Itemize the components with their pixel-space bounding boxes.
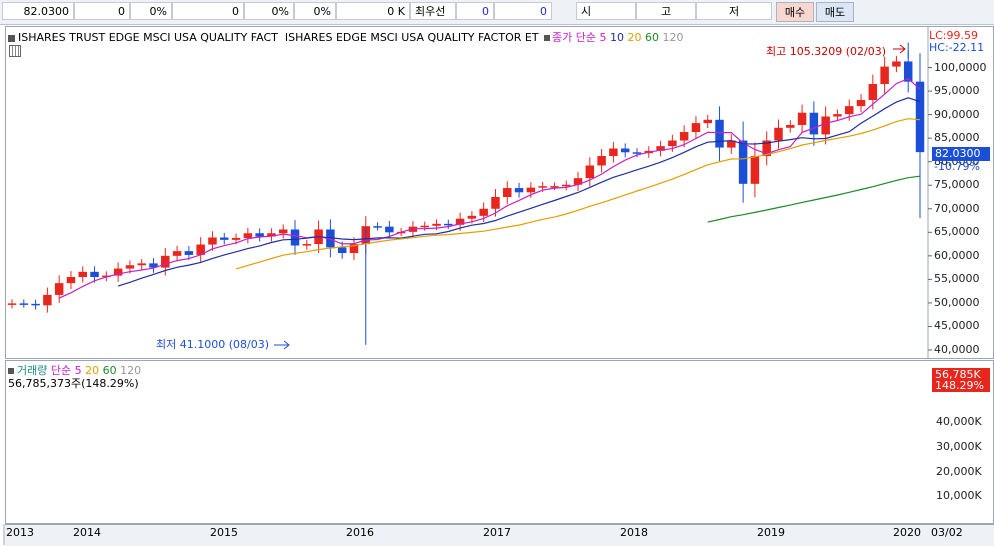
high-label: 고 <box>636 2 696 20</box>
best-bid-cell: 0 <box>456 2 494 20</box>
price-y-tick-label: 95,0000 <box>934 84 980 98</box>
current-price-badge: 82.0300 <box>932 147 990 161</box>
best-ask-cell: 0 <box>494 2 552 20</box>
volume-y-tick-label: 20,000K <box>936 464 982 478</box>
volume-y-tick-label: 10,000K <box>936 489 982 503</box>
x-axis-label: 2017 <box>483 526 511 539</box>
ma10-label: 10 <box>610 31 625 44</box>
volume-panel-menu-icon[interactable] <box>8 368 14 374</box>
volume-change-percent-cell: 0% <box>244 2 294 20</box>
buy-button[interactable]: 매수 <box>776 2 814 22</box>
price-chart-panel <box>5 26 994 359</box>
price-y-tick-label: 55,0000 <box>934 272 980 286</box>
x-axis-label: 2018 <box>620 526 648 539</box>
x-axis-label: 2014 <box>73 526 101 539</box>
ma60-label: 60 <box>645 31 660 44</box>
sell-button[interactable]: 매도 <box>816 2 854 22</box>
price-y-tick-label: 85,0000 <box>934 131 980 145</box>
price-y-tick-label: 75,0000 <box>934 178 980 192</box>
volume-chart-panel <box>5 360 994 524</box>
x-axis-label: 2019 <box>757 526 785 539</box>
price-legend: ISHARES TRUST EDGE MSCI USA QUALITY FACT… <box>8 29 684 45</box>
price-y-tick-label: 70,0000 <box>934 201 980 215</box>
turnover-percent-cell: 0% <box>294 2 336 20</box>
open-label: 시 <box>576 2 636 20</box>
current-volume-pct-badge: 148.29% <box>932 380 990 392</box>
volume-y-tick-label: 40,000K <box>936 415 982 429</box>
instrument-name-1: ISHARES TRUST EDGE MSCI USA QUALITY FACT <box>18 31 278 44</box>
change-cell: 0 <box>74 2 130 20</box>
hc-label: HC:-22.11 <box>929 41 985 54</box>
price-y-tick-label: 50,0000 <box>934 295 980 309</box>
change-percent-cell: 0% <box>130 2 172 20</box>
instrument-name-2: ISHARES EDGE MSCI USA QUALITY FACTOR ET <box>284 31 539 44</box>
volume-change-cell: 0 <box>172 2 244 20</box>
legend-separator-icon <box>544 35 551 41</box>
x-axis-label: 2020 <box>893 526 921 539</box>
volume-cell: 0 K <box>336 2 410 20</box>
max-annotation: 최고 105.3209 (02/03) <box>766 45 887 58</box>
x-axis-label: 03/02 <box>931 526 963 539</box>
quote-toolbar: 82.0300 0 0% 0 0% 0% 0 K 최우선 0 0 시 고 저 매… <box>0 0 994 25</box>
layout-grid-icon[interactable] <box>9 45 21 57</box>
volume-summary: 56,785,373주(148.29%) <box>8 377 139 390</box>
ma5-label: 5 <box>599 31 607 44</box>
current-price-cell: 82.0300 <box>2 2 74 20</box>
x-axis-label: 2013 <box>6 526 34 539</box>
price-y-tick-label: 90,0000 <box>934 107 980 121</box>
price-y-tick-label: 40,0000 <box>934 343 980 356</box>
price-y-tick-label: 65,0000 <box>934 225 980 239</box>
price-y-tick-label: 100,0000 <box>934 60 987 74</box>
volume-y-tick-label: 30,000K <box>936 439 982 453</box>
ma-label: 종가 단순 <box>552 31 597 44</box>
ma20-label: 20 <box>627 31 642 44</box>
x-axis-label: 2016 <box>346 526 374 539</box>
low-label: 저 <box>696 2 772 20</box>
panel-menu-icon[interactable] <box>8 34 15 42</box>
price-y-tick-label: 45,0000 <box>934 319 980 333</box>
min-annotation: 최저 41.1000 (08/03) <box>156 338 270 351</box>
ma120-label: 120 <box>662 31 684 44</box>
current-pct-label: -10.79% <box>934 160 980 173</box>
best-quote-label: 최우선 <box>410 2 456 20</box>
x-axis-label: 2015 <box>210 526 238 539</box>
price-y-tick-label: 60,0000 <box>934 248 980 262</box>
